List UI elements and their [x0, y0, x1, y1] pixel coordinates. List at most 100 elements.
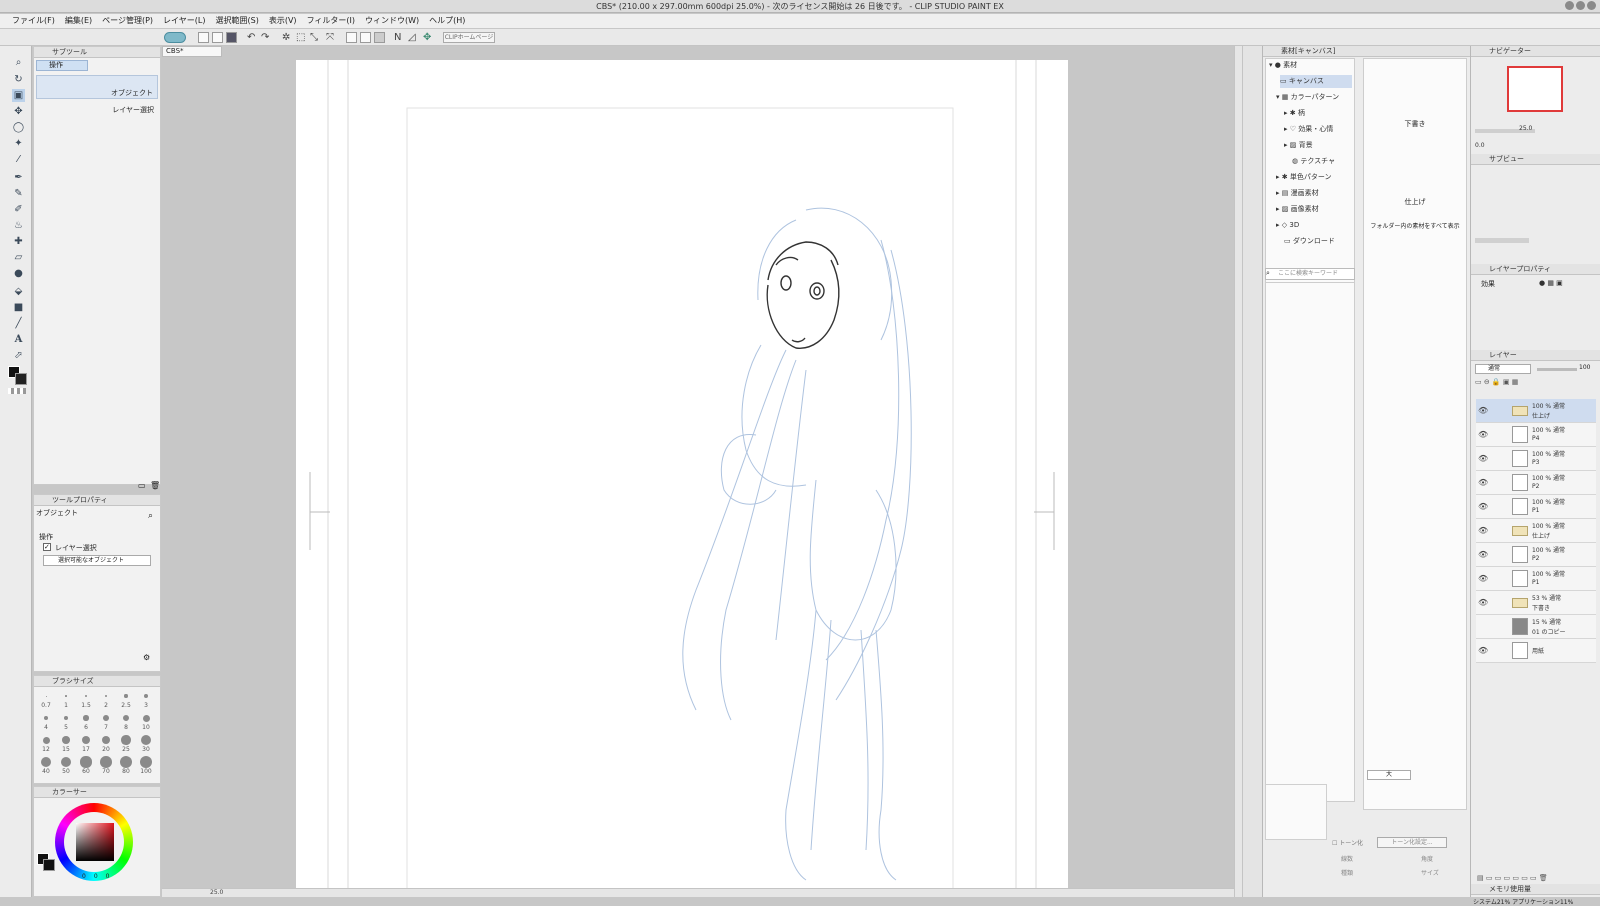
new-icon[interactable]	[198, 32, 209, 43]
horizontal-scrollbar[interactable]	[162, 888, 1234, 897]
layer-row[interactable]: 15 % 通常 01 のコピー	[1476, 615, 1596, 639]
selectable-object-dropdown[interactable]: 選択可能なオブジェクト	[43, 555, 151, 566]
zoom-icon[interactable]: ⌕	[12, 56, 25, 69]
menu-view[interactable]: 表示(V)	[269, 14, 297, 28]
decoration-icon[interactable]: ✚	[12, 235, 25, 248]
close-button[interactable]	[1587, 1, 1596, 10]
tree-item-texture[interactable]: ◍ テクスチャ	[1292, 155, 1335, 168]
tree-item-materials[interactable]: ▾ ● 素材	[1269, 59, 1297, 72]
brush-size-dot[interactable]	[62, 736, 70, 744]
fill-icon[interactable]	[360, 32, 371, 43]
new-subtool-icon[interactable]: ▭	[138, 481, 146, 490]
layer-row[interactable]: 👁 用紙	[1476, 639, 1596, 663]
airbrush-icon[interactable]: ♨	[12, 219, 25, 232]
brush-size-dot[interactable]	[140, 756, 152, 768]
sub-color-chip[interactable]	[43, 859, 55, 871]
effect-icons[interactable]: ● ▦ ▣	[1539, 279, 1563, 287]
menu-file[interactable]: ファイル(F)	[12, 14, 55, 28]
subtool-item-object[interactable]: オブジェクト	[36, 75, 158, 99]
navigator-preview[interactable]	[1507, 66, 1563, 112]
redo-icon[interactable]: ↷	[261, 32, 269, 43]
brush-size-dot[interactable]	[124, 694, 128, 698]
tree-item-download[interactable]: ▭ ダウンロード	[1284, 235, 1335, 248]
eye-icon[interactable]: 👁	[1478, 646, 1488, 655]
transparent-color-swatch[interactable]	[8, 388, 26, 394]
sub-color-swatch[interactable]	[15, 373, 27, 385]
maximize-button[interactable]	[1576, 1, 1585, 10]
material-item-draft[interactable]: 下書き	[1364, 119, 1466, 129]
brush-size-dot[interactable]	[104, 694, 108, 698]
layer-row[interactable]: 👁 100 % 通常 P1	[1476, 495, 1596, 519]
layer-row[interactable]: 👁 100 % 通常 P2	[1476, 543, 1596, 567]
pencil-icon[interactable]: ✎	[12, 187, 25, 200]
document-tab[interactable]: CBS*	[162, 46, 222, 57]
material-item-finish[interactable]: 仕上げ	[1364, 197, 1466, 207]
magnify-icon[interactable]: ⌕	[148, 511, 153, 521]
layer-row[interactable]: 👁 53 % 通常 下書き	[1476, 591, 1596, 615]
show-all-materials[interactable]: フォルダー内の素材をすべて表示	[1364, 221, 1466, 230]
settings-icon[interactable]: ⚙	[143, 653, 150, 662]
menu-help[interactable]: ヘルプ(H)	[429, 14, 465, 28]
brush-size-dot[interactable]	[83, 715, 89, 721]
brush-icon[interactable]: ✐	[12, 203, 25, 216]
text-icon[interactable]: A	[12, 333, 25, 346]
rotate-icon[interactable]: ↻	[12, 73, 25, 86]
clear-icon[interactable]	[346, 32, 357, 43]
tree-item-manga[interactable]: ▸ ▤ 漫画素材	[1276, 187, 1319, 200]
eye-icon[interactable]: 👁	[1478, 598, 1488, 607]
brush-size-dot[interactable]	[45, 695, 47, 697]
clip-home-button[interactable]: CLIPホームページ	[443, 32, 495, 43]
menu-window[interactable]: ウィンドウ(W)	[365, 14, 419, 28]
layer-row[interactable]: 👁 100 % 通常 P2	[1476, 471, 1596, 495]
operation-icon[interactable]: ▣	[12, 89, 25, 102]
spinner-icon[interactable]: ✲	[282, 32, 290, 43]
save-icon[interactable]	[226, 32, 237, 43]
brush-size-dot[interactable]	[103, 715, 109, 721]
eyedropper-icon[interactable]: ⁄	[12, 153, 25, 166]
eye-icon[interactable]: 👁	[1478, 502, 1488, 511]
layer-row[interactable]: 👁 100 % 通常 P3	[1476, 447, 1596, 471]
menu-layer[interactable]: レイヤー(L)	[163, 14, 205, 28]
brush-size-dot[interactable]	[41, 757, 51, 767]
snap-grid-icon[interactable]: ✥	[423, 32, 431, 43]
eye-icon[interactable]: 👁	[1478, 526, 1488, 535]
eye-icon[interactable]: 👁	[1478, 550, 1488, 559]
thumbnail-size-select[interactable]: 大	[1367, 770, 1411, 780]
move-layer-icon[interactable]: ✥	[12, 105, 25, 118]
layer-select-checkbox[interactable]: ✓	[43, 543, 51, 551]
eraser-icon[interactable]: ▱	[12, 251, 25, 264]
tree-item-effect[interactable]: ▸ ♡ 効果・心情	[1284, 123, 1333, 136]
menu-page[interactable]: ページ管理(P)	[102, 14, 153, 28]
eye-icon[interactable]: 👁	[1478, 454, 1488, 463]
tone-settings-button[interactable]: トーン化設定...	[1377, 837, 1447, 848]
saturation-value-square[interactable]	[76, 823, 114, 861]
brush-size-dot[interactable]	[65, 695, 67, 697]
snap-ruler-icon[interactable]: Ν	[394, 32, 401, 43]
layer-row[interactable]: 👁 100 % 通常 P1	[1476, 567, 1596, 591]
subtool-group-tab[interactable]: 操作	[36, 60, 88, 71]
trash-icon[interactable]: 🗑	[150, 481, 160, 490]
brush-size-dot[interactable]	[101, 735, 111, 745]
tree-item-mono-pattern[interactable]: ▸ ✱ 単色パターン	[1276, 171, 1332, 184]
layer-bottom-icons[interactable]: ▤ ▭ ▭ ▭ ▭ ▭ ▭ 🗑	[1471, 874, 1600, 882]
eye-icon[interactable]: 👁	[1478, 406, 1488, 415]
layer-row[interactable]: 👁 100 % 通常 仕上げ	[1476, 399, 1596, 423]
opacity-slider[interactable]	[1537, 368, 1577, 371]
brush-size-dot[interactable]	[60, 756, 72, 768]
transform-icon[interactable]: ⤧	[326, 32, 334, 43]
gradient-icon[interactable]: ■	[12, 301, 25, 314]
eye-icon[interactable]: 👁	[1478, 478, 1488, 487]
brush-size-dot[interactable]	[44, 716, 48, 720]
tree-item-3d[interactable]: ▸ ◇ 3D	[1276, 219, 1299, 232]
tone-checkbox[interactable]: ☐ トーン化	[1332, 838, 1363, 847]
snap-special-ruler-icon[interactable]: ◿	[408, 32, 416, 43]
menu-selection[interactable]: 選択範囲(S)	[216, 14, 259, 28]
brush-size-dot[interactable]	[144, 694, 148, 698]
brush-size-dot[interactable]	[120, 756, 132, 768]
brush-size-dot[interactable]	[100, 756, 112, 768]
material-search-input[interactable]: ここに検索キーワード	[1265, 268, 1355, 280]
layer-row[interactable]: 👁 100 % 通常 仕上げ	[1476, 519, 1596, 543]
minimize-button[interactable]	[1565, 1, 1574, 10]
brush-size-dot[interactable]	[81, 735, 91, 745]
brush-size-dot[interactable]	[63, 715, 69, 721]
